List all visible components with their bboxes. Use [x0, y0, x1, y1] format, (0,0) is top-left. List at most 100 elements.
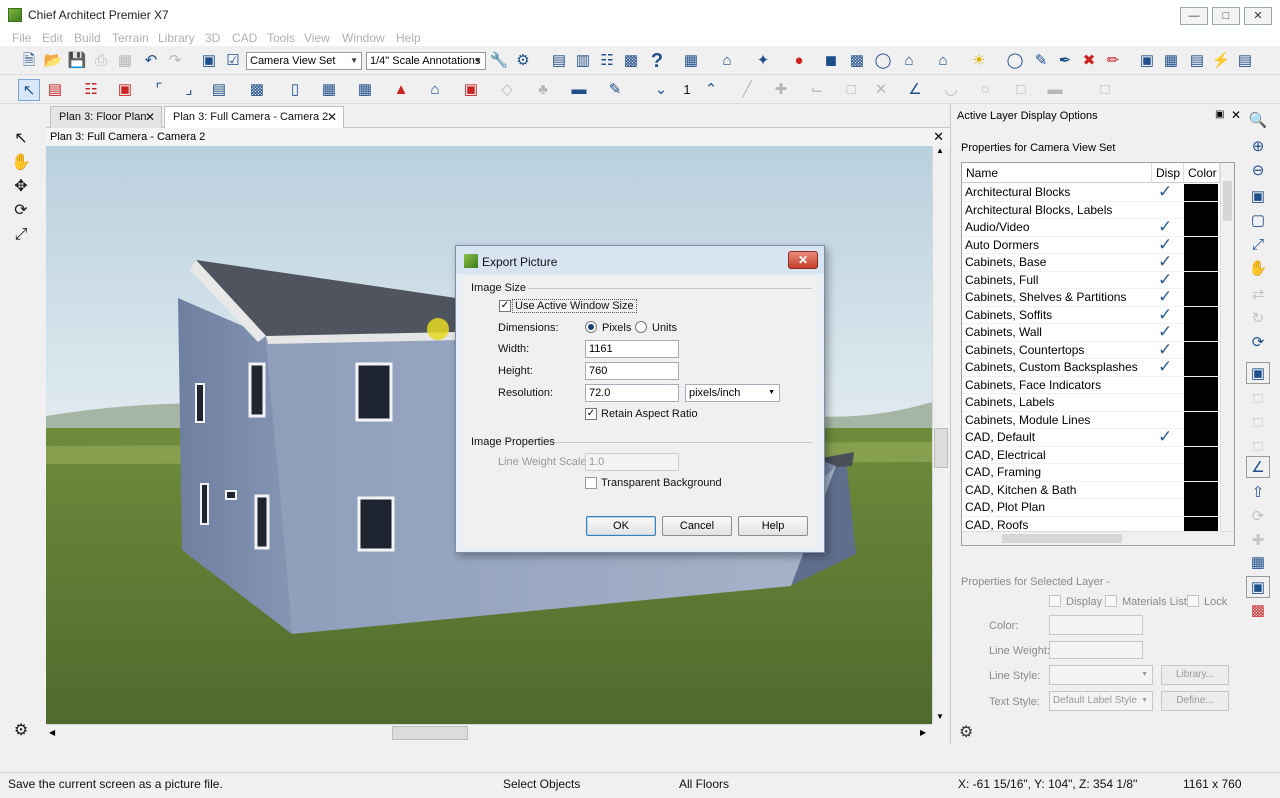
text-style-select[interactable]: Default Label Style ▼	[1049, 691, 1153, 711]
dialog-close-button[interactable]: ✕	[788, 251, 818, 269]
select-arrow-icon[interactable]: ↖	[10, 128, 32, 150]
tile-icon[interactable]: ▦	[1160, 50, 1182, 72]
camera-icon[interactable]: ▦	[680, 50, 702, 72]
layer-color-swatch[interactable]	[1184, 429, 1218, 446]
layer-row[interactable]: Architectural Blocks ✓	[962, 182, 1220, 202]
pixels-radio[interactable]	[585, 321, 597, 333]
scroll-thumb[interactable]	[1223, 181, 1232, 221]
height-input[interactable]: 760	[585, 362, 679, 380]
object-snap-icon[interactable]: ▣	[1246, 576, 1270, 598]
help-icon[interactable]: ?	[646, 50, 668, 72]
help-button[interactable]: Help	[738, 516, 808, 536]
line-weight-input[interactable]: 1.0	[585, 453, 679, 471]
text-icon[interactable]: ✎	[604, 79, 626, 101]
fill-window-icon[interactable]: ▢	[1246, 210, 1270, 232]
house-icon[interactable]: ⌂	[424, 79, 446, 101]
menu-build[interactable]: Build	[74, 31, 101, 45]
scroll-down-icon[interactable]: ▼	[936, 712, 944, 721]
layer-row[interactable]: CAD, Framing	[962, 464, 1220, 482]
pan-hand-icon[interactable]: ✋	[10, 152, 32, 174]
house-view-icon[interactable]: ⌂	[898, 50, 920, 72]
layer-color-swatch[interactable]	[1184, 289, 1218, 306]
layer-color-swatch[interactable]	[1184, 219, 1218, 236]
print-preview-icon[interactable]: ▦	[114, 50, 136, 72]
layer-row[interactable]: Cabinets, Custom Backsplashes ✓	[962, 357, 1220, 377]
upload-icon[interactable]: ⇧	[1246, 482, 1270, 504]
draw-line-icon[interactable]: ╱	[736, 79, 758, 101]
layer-color-swatch[interactable]	[1184, 306, 1218, 324]
dialog-title-bar[interactable]: Export Picture ✕	[456, 246, 824, 274]
layer-row[interactable]: Audio/Video ✓	[962, 217, 1220, 237]
angle-icon[interactable]: ∠	[904, 79, 926, 101]
layer-row[interactable]: Cabinets, Soffits ✓	[962, 305, 1220, 324]
materials-icon[interactable]: ☷	[596, 50, 618, 72]
layer-color-swatch[interactable]	[1184, 324, 1218, 341]
materials-checkbox[interactable]	[1105, 595, 1117, 607]
horizontal-scrollbar[interactable]: ◀ ▶	[46, 724, 932, 742]
break-icon[interactable]: ⌙	[806, 79, 828, 101]
sun-icon[interactable]: ☀	[968, 50, 990, 72]
menu-view[interactable]: View	[304, 31, 330, 45]
snapshot-icon[interactable]: ◯	[872, 50, 894, 72]
scroll-left-icon[interactable]: ◀	[49, 728, 55, 737]
rebuild-icon[interactable]: ⟳	[1246, 332, 1270, 354]
elevation-icon[interactable]: ⌂	[716, 50, 738, 72]
undo-icon[interactable]: ↶	[140, 50, 162, 72]
roof-icon[interactable]: ▲	[390, 79, 412, 101]
layer-row[interactable]: Cabinets, Countertops ✓	[962, 340, 1220, 359]
layer-row[interactable]: CAD, Default ✓	[962, 427, 1220, 447]
grid-icon[interactable]: ▦	[354, 79, 376, 101]
layer-row[interactable]: Architectural Blocks, Labels	[962, 201, 1220, 219]
layer-color-swatch[interactable]	[1184, 464, 1218, 481]
resize-icon[interactable]: ⤢	[10, 224, 32, 246]
color-icon[interactable]: ▩	[1246, 600, 1270, 622]
new-file-icon[interactable]: 🗎	[18, 50, 40, 72]
save-icon[interactable]: 💾	[66, 50, 88, 72]
up-arrow-icon[interactable]: ⌃	[700, 79, 722, 101]
library-button[interactable]: Library...	[1161, 665, 1229, 685]
wrench-icon[interactable]: ⚙	[512, 50, 534, 72]
transparent-bg-checkbox[interactable]	[585, 477, 597, 489]
lock-checkbox[interactable]	[1187, 595, 1199, 607]
gear-icon[interactable]: ⚙	[959, 722, 973, 742]
export-picture-icon[interactable]: ▩	[620, 50, 642, 72]
zoom-icon[interactable]: 🔍	[1246, 110, 1270, 132]
units-radio[interactable]	[635, 321, 647, 333]
layer-color-swatch[interactable]	[1184, 236, 1218, 254]
layer-color-swatch[interactable]	[1184, 394, 1218, 411]
zoom-window-icon[interactable]: ▣	[1246, 186, 1270, 208]
display-check-icon[interactable]: ✓	[1158, 357, 1172, 377]
color-swatch-field[interactable]	[1049, 615, 1143, 635]
width-input[interactable]: 1161	[585, 340, 679, 358]
retain-aspect-checkbox[interactable]: ✓	[585, 408, 597, 420]
material-painter-icon[interactable]: ✎	[1030, 50, 1052, 72]
annotation-select[interactable]: 1/4" Scale Annotations ▼	[366, 52, 486, 70]
adjust-light-icon[interactable]: ◯	[1004, 50, 1026, 72]
layer-display-icon[interactable]: ☑	[222, 50, 244, 72]
layer-row[interactable]: CAD, Plot Plan	[962, 499, 1220, 517]
room-icon[interactable]: ⌜	[148, 79, 170, 101]
render-icon[interactable]: ◼	[820, 50, 842, 72]
library-object-icon[interactable]: ♣	[532, 79, 554, 101]
spiral-icon[interactable]: ⟳	[1246, 506, 1270, 528]
menu-tools[interactable]: Tools	[267, 31, 295, 45]
resolution-unit-select[interactable]: pixels/inch ▼	[685, 384, 780, 402]
layer-color-swatch[interactable]	[1184, 184, 1218, 201]
menu-file[interactable]: File	[12, 31, 31, 45]
grid-snap-icon[interactable]: ▦	[1246, 552, 1270, 574]
layer-toggle-icon[interactable]: ▣	[1246, 362, 1270, 384]
layer-row[interactable]: Cabinets, Labels	[962, 394, 1220, 412]
dash-icon[interactable]: ▬	[1044, 79, 1066, 101]
layer-row[interactable]: Cabinets, Face Indicators	[962, 376, 1220, 394]
layer-color-swatch[interactable]	[1184, 254, 1218, 271]
panel-icon[interactable]: ▤	[1234, 50, 1256, 72]
layer-row[interactable]: Auto Dormers ✓	[962, 235, 1220, 254]
move-icon[interactable]: ✥	[10, 176, 32, 198]
close-icon[interactable]: ✕	[1231, 108, 1241, 122]
cancel-button[interactable]: Cancel	[662, 516, 732, 536]
terrain-icon[interactable]: ◇	[496, 79, 518, 101]
window-tool-icon[interactable]: ▦	[318, 79, 340, 101]
rect-icon[interactable]: □	[840, 79, 862, 101]
define-button[interactable]: Define...	[1161, 691, 1229, 711]
display-checkbox[interactable]	[1049, 595, 1061, 607]
